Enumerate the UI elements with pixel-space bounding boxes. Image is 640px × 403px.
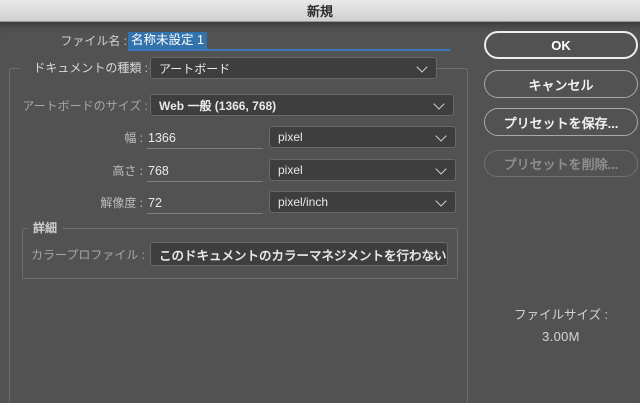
delete-preset-button-disabled[interactable]: プリセットを削除...	[484, 150, 638, 177]
window-title: 新規	[306, 4, 333, 19]
dialog-body: ファイル名 : 名称未設定 1 ドキュメントの種類 : アートボード アートボー…	[0, 22, 640, 403]
chevron-down-icon	[435, 163, 447, 175]
document-type-label: ドキュメントの種類 :	[20, 61, 148, 76]
color-profile-select[interactable]: このドキュメントのカラーマネジメントを行わない	[150, 242, 448, 266]
height-unit-value: pixel	[278, 163, 303, 177]
width-input[interactable]: 1366	[147, 127, 263, 148]
width-unit-select[interactable]: pixel	[269, 126, 456, 148]
width-unit-value: pixel	[278, 130, 303, 144]
height-value: 768	[148, 163, 169, 178]
chevron-down-icon	[416, 61, 428, 73]
file-name-label: ファイル名 :	[60, 34, 127, 48]
resolution-input[interactable]: 72	[147, 192, 263, 213]
ok-button-label: OK	[551, 37, 571, 53]
window-titlebar[interactable]: 新規	[0, 0, 640, 22]
height-label: 高さ :	[112, 164, 143, 178]
file-name-focus-underline	[128, 49, 450, 51]
artboard-size-value: Web 一般 (1366, 768)	[159, 98, 277, 113]
advanced-legend: 詳細	[28, 221, 63, 236]
document-type-value: アートボード	[159, 61, 231, 76]
save-preset-button[interactable]: プリセットを保存...	[484, 108, 638, 136]
resolution-unit-select[interactable]: pixel/inch	[269, 191, 456, 213]
width-value: 1366	[148, 130, 176, 145]
cancel-button-label: キャンセル	[528, 77, 594, 93]
height-input[interactable]: 768	[147, 160, 263, 181]
chevron-down-icon	[433, 98, 445, 110]
color-profile-label: カラープロファイル :	[31, 248, 145, 262]
resolution-label: 解像度 :	[100, 196, 143, 210]
width-label: 幅 :	[124, 131, 143, 145]
document-type-select[interactable]: アートボード	[150, 57, 437, 79]
width-input-underline	[147, 148, 263, 149]
color-profile-value: このドキュメントのカラーマネジメントを行わない	[159, 248, 447, 263]
file-name-value: 名称未設定 1	[128, 32, 207, 49]
resolution-unit-value: pixel/inch	[278, 195, 329, 209]
file-size-label: ファイルサイズ :	[513, 308, 609, 322]
chevron-down-icon	[435, 195, 447, 207]
artboard-size-select[interactable]: Web 一般 (1366, 768)	[150, 94, 454, 116]
delete-preset-button-label: プリセットを削除...	[503, 157, 619, 172]
new-document-dialog: 新規 ファイル名 : 名称未設定 1 ドキュメントの種類 : アートボード アー…	[0, 0, 640, 403]
height-unit-select[interactable]: pixel	[269, 159, 456, 181]
cancel-button[interactable]: キャンセル	[484, 70, 638, 98]
artboard-size-label: アートボードのサイズ :	[22, 99, 148, 113]
resolution-value: 72	[148, 195, 162, 210]
file-size-value: 3.00M	[542, 329, 580, 344]
save-preset-button-label: プリセットを保存...	[503, 115, 619, 131]
resolution-input-underline	[147, 213, 263, 214]
ok-button[interactable]: OK	[484, 31, 638, 59]
file-name-input[interactable]: 名称未設定 1	[128, 31, 450, 50]
chevron-down-icon	[435, 130, 447, 142]
height-input-underline	[147, 181, 263, 182]
